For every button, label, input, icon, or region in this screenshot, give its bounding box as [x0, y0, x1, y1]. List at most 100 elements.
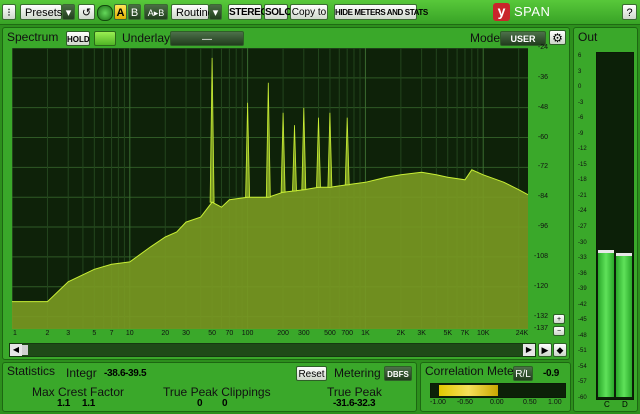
voxengo-logo: y — [493, 3, 510, 21]
solo-button[interactable]: SOLO — [264, 4, 292, 20]
y-axis: -24 -36 -48 -60 -72 -84 -96 -108 -120 -132 -137 — [530, 44, 550, 332]
y-tick-label: -48 — [537, 103, 548, 111]
underlay-label: Underlay — [122, 31, 171, 45]
out-scale-label: -33 — [578, 255, 587, 262]
power-icon[interactable] — [97, 5, 113, 21]
out-scale-label: -45 — [578, 317, 587, 324]
spectrum-title: Spectrum — [7, 30, 59, 44]
copy-to-button[interactable]: Copy to — [290, 4, 328, 20]
out-scale-label: -51 — [578, 348, 587, 355]
correlation-scale-label: -1.00 — [430, 399, 446, 406]
correlation-title: Correlation Meter — [425, 364, 518, 378]
channel-left-label: C — [604, 400, 610, 409]
help-icon[interactable]: ? — [622, 4, 637, 20]
scroll-right-icon[interactable]: ▶ — [523, 344, 535, 356]
x-tick-label: 7 — [109, 330, 114, 337]
toolbar: ⁝ Presets ▾ ↺ A B A▸B Routing ▾ STEREO S… — [0, 0, 640, 25]
ab-a-button[interactable]: A — [114, 4, 127, 20]
spectrum-color-toggle[interactable] — [94, 31, 116, 46]
y-tick-label: -60 — [537, 133, 548, 141]
out-meter-track — [596, 52, 634, 400]
out-scale-label: -9 — [578, 130, 584, 137]
out-scale-label: 0 — [578, 84, 582, 91]
routing-dropdown-icon[interactable]: ▾ — [209, 4, 222, 20]
presets-dropdown-icon[interactable]: ▾ — [62, 4, 75, 20]
integr-label: Integr — [66, 366, 97, 380]
metering-select[interactable]: DBFS — [384, 366, 412, 381]
out-scale-label: -48 — [578, 332, 587, 339]
x-tick-label: 20 — [161, 330, 170, 337]
stereo-button[interactable]: STEREO — [228, 4, 268, 20]
hide-meters-button[interactable]: HIDE METERS AND STATS — [334, 4, 428, 20]
y-tick-label: -36 — [537, 73, 548, 81]
true-peak-left-value: -31.6 — [333, 398, 355, 409]
correlation-scale-label: 1.00 — [548, 399, 562, 406]
ab-b-button[interactable]: B — [128, 4, 141, 20]
correlation-value: -0.9 — [543, 368, 560, 379]
x-tick-label: 200 — [277, 330, 289, 337]
presets-button[interactable]: Presets — [20, 4, 62, 20]
h-scrollbar[interactable]: ◀ ▶ — [9, 343, 536, 357]
correlation-scale-label: -0.50 — [457, 399, 473, 406]
hold-button[interactable]: HOLD — [66, 31, 90, 46]
metering-label: Metering — [334, 366, 381, 380]
underlay-select[interactable]: — — [170, 31, 244, 46]
out-scale-label: -6 — [578, 115, 584, 122]
spectrum-plot[interactable] — [12, 48, 528, 329]
scroll-thumb[interactable] — [22, 345, 28, 355]
menu-grid-icon[interactable]: ⁝ — [2, 4, 16, 20]
out-meter-scale: 6 3 0 -3 -6 -9 -12 -15 -18 -21 -24 -27 -30 -33 -36 -39 -… — [575, 50, 597, 405]
reset-button[interactable]: Reset — [296, 366, 327, 381]
integr-right-value: -39.5 — [125, 368, 147, 379]
x-tick-label: 30 — [182, 330, 190, 337]
y-tick-label: -120 — [533, 282, 548, 290]
correlation-bar-track — [430, 383, 566, 398]
y-tick-label: -84 — [537, 193, 548, 201]
out-scale-label: -42 — [578, 301, 587, 308]
product-name: SPAN — [514, 4, 551, 19]
correlation-mode-select[interactable]: R/L — [513, 366, 533, 381]
reset-zoom-icon[interactable]: ◆ — [553, 343, 567, 357]
x-tick-label: 3 — [66, 330, 71, 337]
a-to-b-button[interactable]: A▸B — [144, 4, 168, 20]
crest-right-value: 1.1 — [82, 398, 96, 409]
zoom-out-icon[interactable]: − — [553, 326, 565, 336]
x-tick-label: 2 — [45, 330, 50, 337]
settings-gear-icon[interactable]: ⚙ — [549, 30, 566, 45]
x-tick-label: 2K — [396, 330, 406, 337]
out-scale-label: -27 — [578, 224, 587, 230]
x-tick-label: 1 — [13, 330, 17, 337]
out-scale-label: -54 — [578, 363, 587, 370]
correlation-scale-label: 0.50 — [523, 399, 537, 406]
out-scale-label: -36 — [578, 270, 587, 277]
true-peak-right-value: -32.3 — [354, 398, 376, 409]
next-icon[interactable]: ▶ — [538, 343, 552, 357]
x-tick-label: 5K — [443, 330, 453, 337]
out-scale-label: -18 — [578, 177, 587, 184]
zoom-in-icon[interactable]: + — [553, 314, 565, 324]
y-tick-label: -137 — [533, 325, 548, 332]
routing-button[interactable]: Routing — [171, 4, 214, 20]
right-level-bar — [616, 256, 632, 397]
out-scale-label: -30 — [578, 239, 587, 246]
mode-label: Mode — [470, 31, 501, 45]
x-tick-label: 10K — [476, 330, 490, 337]
x-tick-label: 5 — [92, 330, 97, 337]
correlation-scale: -1.00 -0.50 0.00 0.50 1.00 — [430, 399, 564, 409]
correlation-bar-fill — [438, 385, 498, 396]
x-tick-label: 24K — [515, 330, 529, 337]
x-tick-label: 100 — [241, 330, 254, 337]
left-peak-hold — [598, 249, 614, 253]
right-peak-hold — [616, 253, 632, 257]
correlation-scale-label: 0.00 — [490, 399, 504, 406]
y-tick-label: -24 — [537, 44, 548, 51]
out-scale-label: -12 — [578, 146, 587, 153]
x-tick-label: 700 — [341, 330, 353, 337]
out-scale-label: -21 — [578, 192, 587, 199]
undo-icon[interactable]: ↺ — [78, 4, 95, 20]
out-scale-label: 3 — [578, 68, 582, 75]
crest-factor-label: Max Crest Factor — [32, 385, 125, 399]
x-tick-label: 3K — [417, 330, 426, 337]
scroll-left-icon[interactable]: ◀ — [10, 344, 22, 356]
x-tick-label: 300 — [297, 330, 310, 337]
